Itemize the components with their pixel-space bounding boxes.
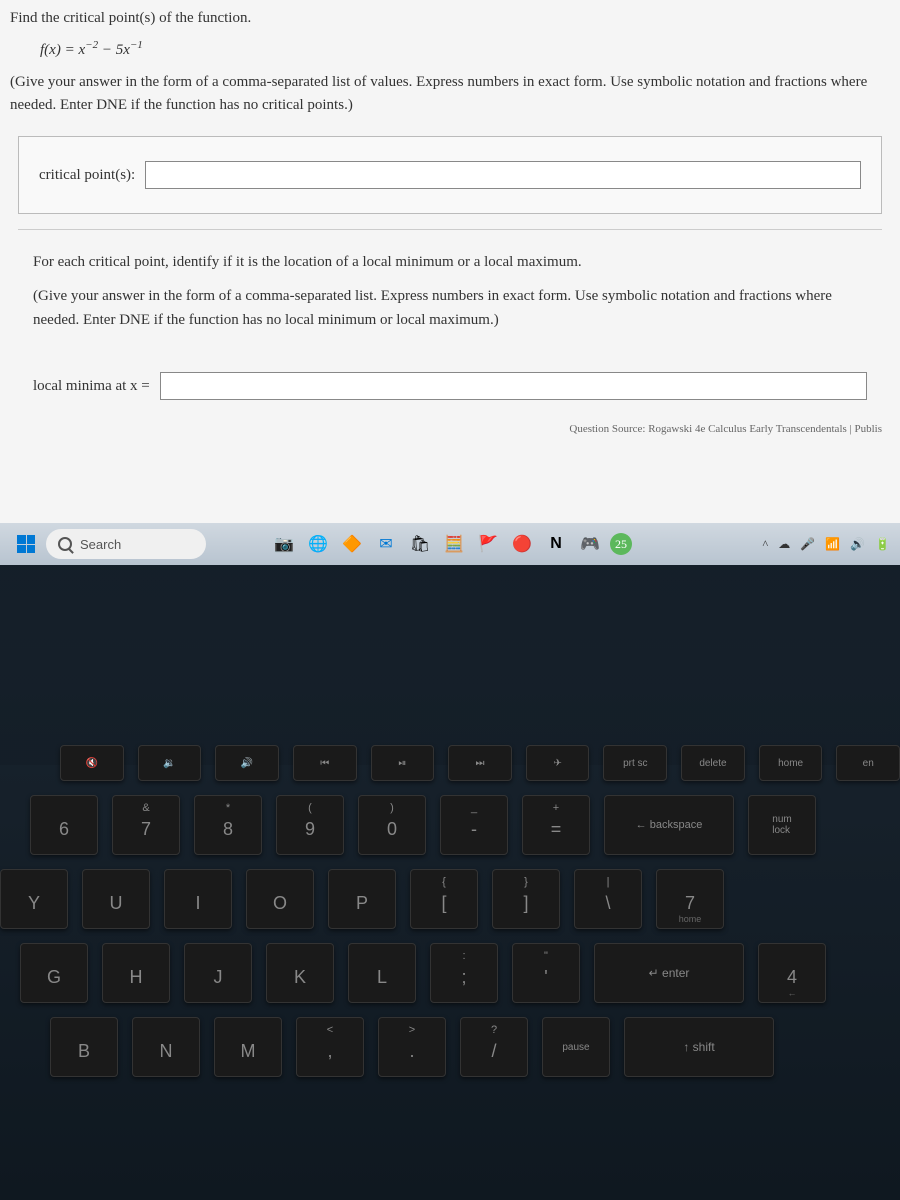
- tray-mic-icon[interactable]: 🎤: [800, 537, 815, 552]
- key-bracket[interactable]: |\: [574, 869, 642, 929]
- key-fn-5[interactable]: ⏭: [448, 745, 512, 781]
- key-punct[interactable]: <,: [296, 1017, 364, 1077]
- browser-icon[interactable]: 🔶: [338, 530, 366, 558]
- key-numpad-4[interactable]: 4←: [758, 943, 826, 1003]
- search-icon: [58, 537, 72, 551]
- key-N[interactable]: N: [132, 1017, 200, 1077]
- key-Y[interactable]: Y: [0, 869, 68, 929]
- system-tray: ^ ☁ 🎤 📶 🔊 🔋: [763, 537, 890, 552]
- key-P[interactable]: P: [328, 869, 396, 929]
- key--[interactable]: _-: [440, 795, 508, 855]
- critical-points-input[interactable]: [145, 161, 861, 189]
- key-8[interactable]: *8: [194, 795, 262, 855]
- key-bracket[interactable]: }]: [492, 869, 560, 929]
- tray-wifi-icon[interactable]: 📶: [825, 537, 840, 552]
- key-U[interactable]: U: [82, 869, 150, 929]
- key-O[interactable]: O: [246, 869, 314, 929]
- tray-battery-icon[interactable]: 🔋: [875, 537, 890, 552]
- key-fn-6[interactable]: ✈: [526, 745, 590, 781]
- key-L[interactable]: L: [348, 943, 416, 1003]
- key-0[interactable]: )0: [358, 795, 426, 855]
- minima-input[interactable]: [160, 372, 867, 400]
- app-icon[interactable]: 25: [610, 533, 632, 555]
- windows-icon: [17, 535, 35, 553]
- edge-icon[interactable]: 🌐: [304, 530, 332, 558]
- key-H[interactable]: H: [102, 943, 170, 1003]
- question-source: Question Source: Rogawski 4e Calculus Ea…: [10, 415, 890, 435]
- task-icons: 📷 🌐 🔶 ✉ 🛍 🧮 🚩 🔴 N 🎮 25: [270, 530, 632, 558]
- n-icon[interactable]: N: [542, 530, 570, 558]
- key-fn-8[interactable]: delete: [681, 745, 745, 781]
- key-fn-1[interactable]: 🔉: [138, 745, 202, 781]
- store-icon[interactable]: 🛍: [406, 530, 434, 558]
- tray-sound-icon[interactable]: 🔊: [850, 537, 865, 552]
- flag-icon[interactable]: 🚩: [474, 530, 502, 558]
- key-shift[interactable]: ↑ shift: [624, 1017, 774, 1077]
- question-prompt: Find the critical point(s) of the functi…: [10, 10, 890, 27]
- start-button[interactable]: [10, 528, 42, 560]
- formula: f(x) = x−2 − 5x−1: [40, 39, 890, 59]
- sub-prompt-2: (Give your answer in the form of a comma…: [33, 284, 867, 332]
- key-fn-3[interactable]: ⏮: [293, 745, 357, 781]
- key-fn-0[interactable]: 🔇: [60, 745, 124, 781]
- key-fn-10[interactable]: en: [836, 745, 900, 781]
- key-punct[interactable]: :;: [430, 943, 498, 1003]
- key-I[interactable]: I: [164, 869, 232, 929]
- taskbar: Search 📷 🌐 🔶 ✉ 🛍 🧮 🚩 🔴 N 🎮 25 ^ ☁ 🎤 📶 🔊 …: [0, 523, 900, 565]
- key-punct[interactable]: ?/: [460, 1017, 528, 1077]
- key-6[interactable]: 6: [30, 795, 98, 855]
- search-placeholder: Search: [80, 537, 121, 552]
- minima-label: local minima at x =: [33, 378, 150, 395]
- tray-cloud-icon[interactable]: ☁: [778, 537, 790, 552]
- key-J[interactable]: J: [184, 943, 252, 1003]
- keyboard: 🔇 🔉 🔊 ⏮ ⏯ ⏭ ✈ prt sc delete homeen 6&7*8(9)0_-+=←…: [0, 565, 900, 1200]
- minima-section: For each critical point, identify if it …: [18, 229, 882, 415]
- key-fn-9[interactable]: home: [759, 745, 823, 781]
- key-fn-7[interactable]: prt sc: [603, 745, 667, 781]
- key-=[interactable]: +=: [522, 795, 590, 855]
- key-B[interactable]: B: [50, 1017, 118, 1077]
- mail-icon[interactable]: ✉: [372, 530, 400, 558]
- critical-points-label: critical point(s):: [39, 167, 135, 184]
- taskbar-search[interactable]: Search: [46, 529, 206, 559]
- key-bracket[interactable]: {[: [410, 869, 478, 929]
- key-fn-2[interactable]: 🔊: [215, 745, 279, 781]
- key-9[interactable]: (9: [276, 795, 344, 855]
- key-7[interactable]: &7: [112, 795, 180, 855]
- key-numpad-7[interactable]: 7home: [656, 869, 724, 929]
- key-numlock[interactable]: num lock: [748, 795, 816, 855]
- key-K[interactable]: K: [266, 943, 334, 1003]
- chrome-icon[interactable]: 🔴: [508, 530, 536, 558]
- key-backspace[interactable]: ← backspace: [604, 795, 734, 855]
- critical-points-box: critical point(s):: [18, 136, 882, 214]
- key-enter[interactable]: ↵ enter: [594, 943, 744, 1003]
- tray-chevron[interactable]: ^: [763, 537, 769, 552]
- instructions: (Give your answer in the form of a comma…: [10, 71, 890, 116]
- game-icon[interactable]: 🎮: [576, 530, 604, 558]
- key-G[interactable]: G: [20, 943, 88, 1003]
- camera-icon[interactable]: 📷: [270, 530, 298, 558]
- calc-icon[interactable]: 🧮: [440, 530, 468, 558]
- key-punct[interactable]: >.: [378, 1017, 446, 1077]
- key-M[interactable]: M: [214, 1017, 282, 1077]
- sub-prompt-1: For each critical point, identify if it …: [33, 250, 867, 274]
- key-pause[interactable]: pause: [542, 1017, 610, 1077]
- key-fn-4[interactable]: ⏯: [371, 745, 435, 781]
- key-punct[interactable]: "': [512, 943, 580, 1003]
